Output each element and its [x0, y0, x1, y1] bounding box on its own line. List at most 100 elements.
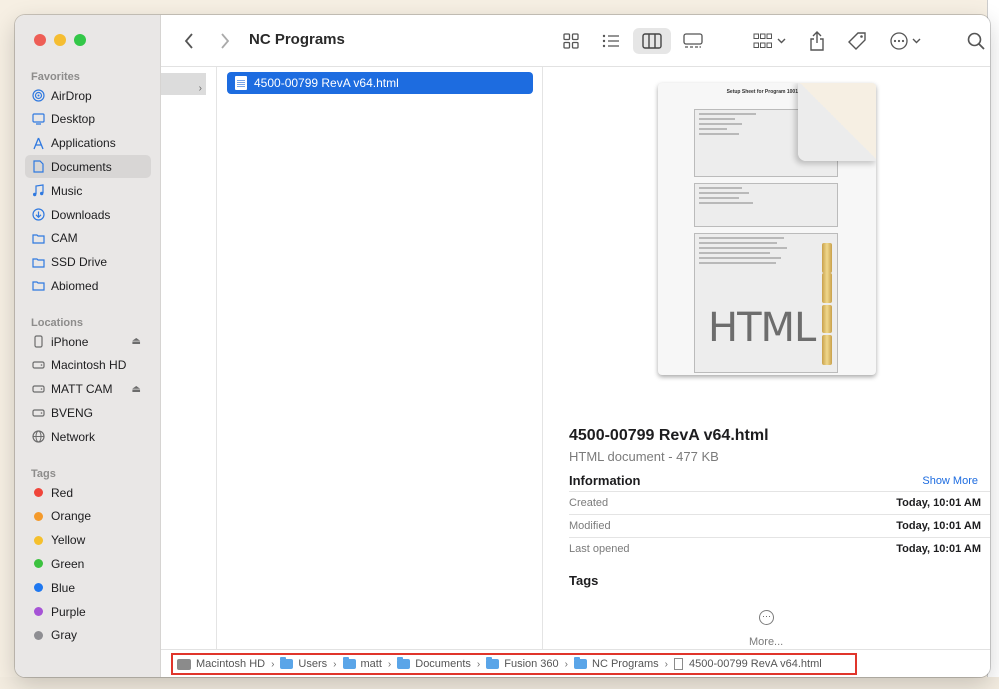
sidebar-item-airdrop[interactable]: AirDrop	[25, 84, 151, 107]
sidebar-item-bveng[interactable]: BVENG	[25, 401, 151, 424]
tag-dot-icon	[31, 509, 45, 523]
sidebar-item-ssd-drive[interactable]: SSD Drive	[25, 251, 151, 274]
list-view-button[interactable]	[597, 28, 625, 54]
sidebar-item-macintosh-hd[interactable]: Macintosh HD	[25, 354, 151, 377]
sidebar-item-blue[interactable]: Blue	[25, 576, 151, 599]
more-actions-button[interactable]	[885, 28, 925, 54]
tool-image-icon	[822, 243, 832, 273]
ellipsis-circle-icon	[889, 32, 908, 50]
sidebar-item-label: Orange	[51, 509, 92, 524]
back-button[interactable]	[179, 28, 199, 54]
icon-view-button[interactable]	[557, 28, 585, 54]
sidebar-item-green[interactable]: Green	[25, 552, 151, 575]
sidebar-item-music[interactable]: Music	[25, 179, 151, 202]
path-bar: Macintosh HD › Users › matt › Documents › Fusion…	[161, 649, 990, 677]
gallery-icon	[683, 33, 703, 48]
sidebar-item-downloads[interactable]: Downloads	[25, 203, 151, 226]
folder-icon	[31, 279, 45, 293]
sidebar-item-label: Purple	[51, 604, 86, 619]
tag-dot-icon	[31, 557, 45, 571]
tag-icon	[848, 32, 866, 50]
chevron-down-icon	[912, 38, 920, 44]
sidebar-item-yellow[interactable]: Yellow	[25, 529, 151, 552]
folder-icon	[280, 657, 294, 669]
favorites-header: Favorites	[31, 71, 80, 83]
grid-icon	[563, 33, 579, 49]
tag-button[interactable]	[845, 28, 869, 54]
sidebar-item-iphone[interactable]: iPhone ⏏	[25, 330, 151, 353]
search-button[interactable]	[964, 28, 988, 54]
minimize-button[interactable]	[54, 34, 66, 46]
ellipsis-circle-icon[interactable]: ···	[759, 610, 774, 625]
sidebar-item-label: iPhone	[51, 334, 89, 349]
show-more-link[interactable]: Show More	[922, 475, 978, 487]
path-separator-icon: ›	[476, 658, 481, 670]
path-separator-icon: ›	[564, 658, 569, 670]
gallery-view-button[interactable]	[679, 28, 707, 54]
zoom-button[interactable]	[74, 34, 86, 46]
music-icon	[31, 184, 45, 198]
sidebar-item-gray[interactable]: Gray	[25, 624, 151, 647]
column-files: 4500-00799 RevA v64.html	[217, 67, 543, 649]
share-icon	[810, 31, 824, 51]
close-button[interactable]	[34, 34, 46, 46]
information-header: Information	[569, 473, 641, 488]
path-crumb[interactable]: NC Programs	[574, 657, 659, 670]
path-crumb[interactable]: Macintosh HD	[177, 658, 265, 670]
sidebar-item-cam[interactable]: CAM	[25, 227, 151, 250]
folder-icon	[31, 231, 45, 245]
share-button[interactable]	[805, 28, 829, 54]
tag-dot-icon	[31, 533, 45, 547]
sidebar-item-label: CAM	[51, 231, 78, 246]
airdrop-icon	[31, 89, 45, 103]
tags-header: Tags	[569, 573, 599, 588]
tool-image-icon	[822, 305, 832, 333]
path-crumb-label: Fusion 360	[504, 658, 559, 670]
path-crumb[interactable]: Users	[280, 657, 327, 670]
sidebar-item-label: Downloads	[51, 207, 111, 222]
sidebar-item-applications[interactable]: Applications	[25, 132, 151, 155]
sidebar-item-purple[interactable]: Purple	[25, 600, 151, 623]
chevron-right-icon: ›	[198, 83, 202, 94]
sidebar-item-documents[interactable]: Documents	[25, 155, 151, 179]
sidebar-item-label: Network	[51, 429, 96, 444]
more-button-label[interactable]: More...	[749, 636, 783, 648]
forward-button[interactable]	[215, 28, 235, 54]
info-row-last-opened: Last opened Today, 10:01 AM	[569, 537, 990, 559]
desktop-icon	[31, 112, 45, 126]
path-crumb[interactable]: Fusion 360	[486, 657, 559, 670]
path-crumb[interactable]: matt	[342, 657, 382, 670]
info-row-modified: Modified Today, 10:01 AM	[569, 514, 990, 536]
toolbar: NC Programs	[161, 15, 990, 67]
path-crumb[interactable]: 4500-00799 RevA v64.html	[673, 658, 822, 670]
page-curl	[798, 83, 876, 161]
tag-dot-icon	[31, 581, 45, 595]
applications-icon	[31, 136, 45, 150]
sidebar-item-abiomed[interactable]: Abiomed	[25, 274, 151, 297]
tool-image-icon	[822, 335, 832, 365]
sidebar-item-network[interactable]: Network	[25, 425, 151, 448]
eject-icon[interactable]: ⏏	[132, 336, 141, 347]
path-breadcrumb: Macintosh HD › Users › matt › Documents › Fusion…	[171, 653, 857, 675]
group-by-button[interactable]	[749, 28, 789, 54]
eject-icon[interactable]: ⏏	[132, 384, 141, 395]
html-file-icon	[235, 76, 247, 90]
file-name: 4500-00799 RevA v64.html	[254, 76, 399, 90]
iphone-icon	[31, 335, 45, 349]
path-crumb[interactable]: Documents	[397, 657, 471, 670]
preview-file-name: 4500-00799 RevA v64.html	[569, 427, 769, 444]
sidebar-item-orange[interactable]: Orange	[25, 505, 151, 528]
folder-icon	[397, 657, 411, 669]
path-separator-icon: ›	[333, 658, 337, 670]
sidebar-item-matt-cam[interactable]: MATT CAM ⏏	[25, 378, 151, 401]
tags-header: Tags	[31, 468, 56, 480]
sidebar-item-red[interactable]: Red	[25, 481, 151, 504]
tag-dot-icon	[31, 486, 45, 500]
sidebar-item-desktop[interactable]: Desktop	[25, 108, 151, 131]
parent-folder-row[interactable]: ›	[161, 73, 206, 95]
file-row-selected[interactable]: 4500-00799 RevA v64.html	[227, 72, 533, 94]
path-crumb-label: NC Programs	[592, 658, 659, 670]
sidebar: Favorites AirDrop Desktop Applications Docu…	[15, 15, 161, 677]
column-view-button[interactable]	[633, 28, 671, 54]
path-crumb-label: 4500-00799 RevA v64.html	[688, 658, 822, 670]
